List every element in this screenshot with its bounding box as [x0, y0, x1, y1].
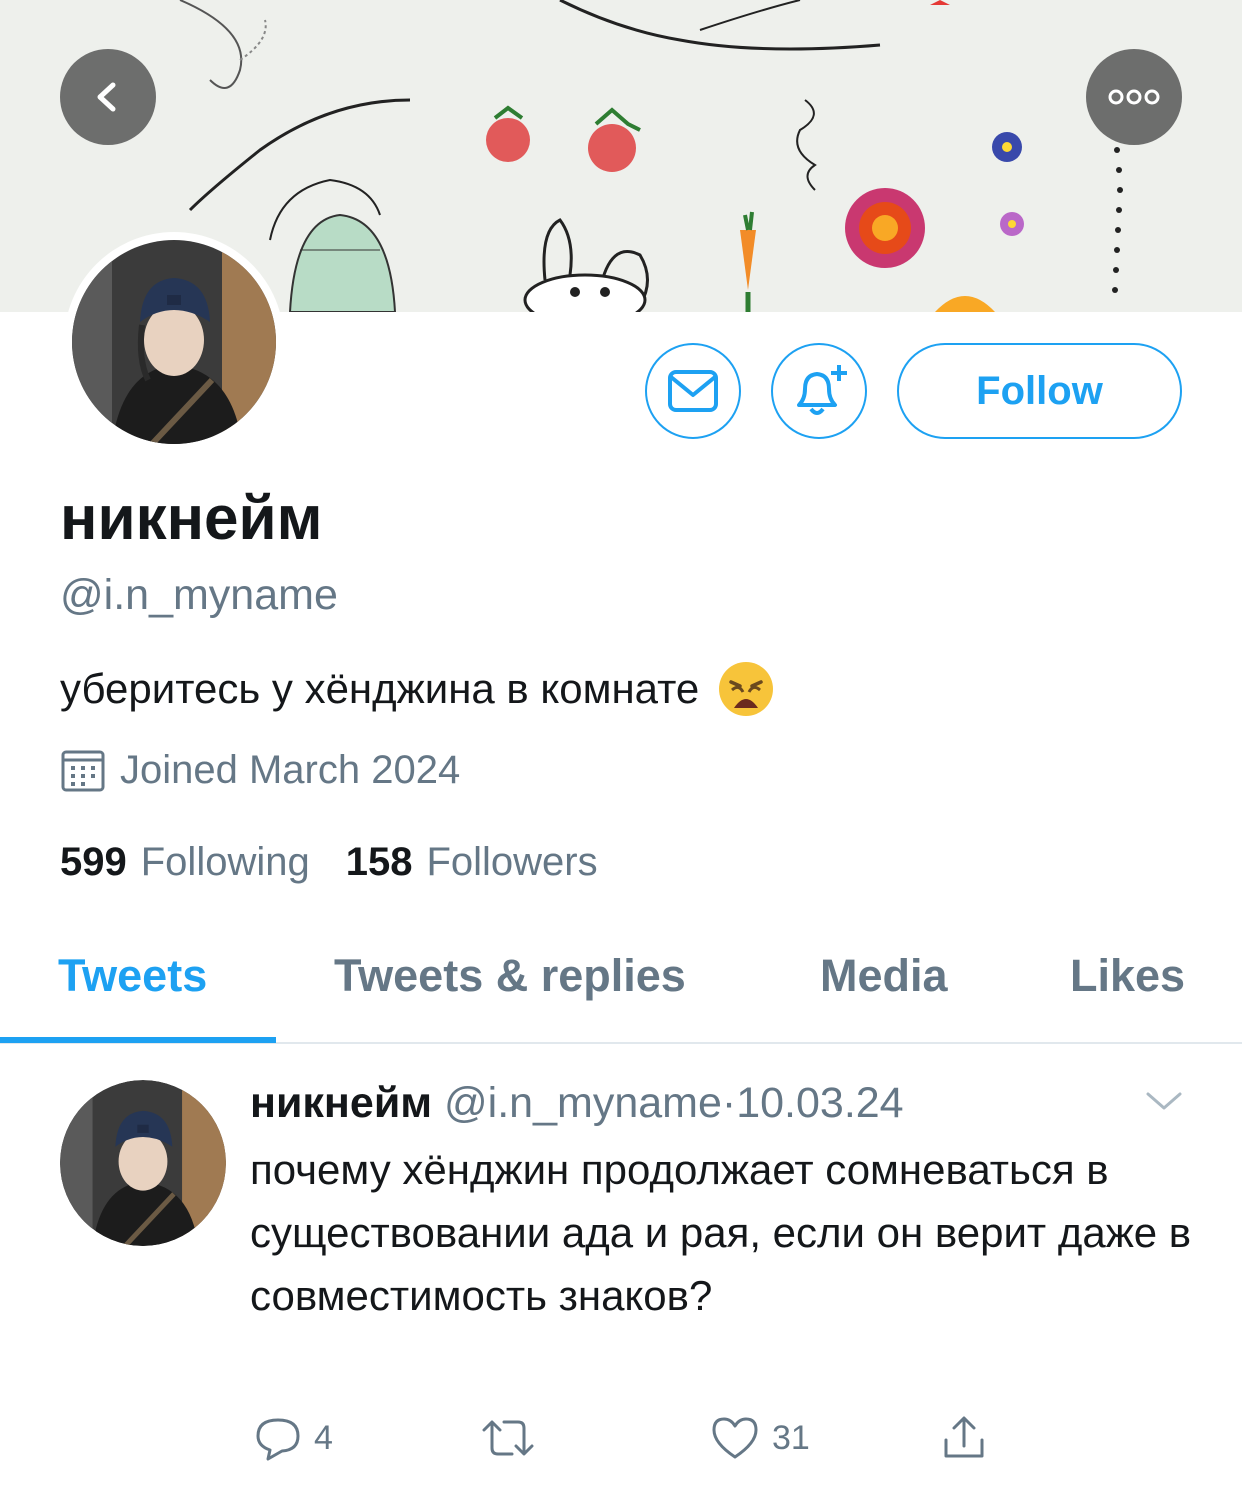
profile-avatar[interactable] [64, 232, 284, 452]
tab-tweets[interactable]: Tweets [58, 948, 207, 1004]
tweet-header: никнейм @i.n_myname·10.03.24 [250, 1076, 904, 1130]
followers-stat[interactable]: 158 Followers [346, 836, 598, 888]
retweet-button[interactable] [480, 1410, 548, 1466]
profile-bio: уберитесь у хёнджина в комнате [60, 660, 775, 718]
weary-face-emoji [719, 662, 774, 716]
share-icon [944, 1416, 984, 1458]
reply-button[interactable]: 4 [254, 1410, 333, 1466]
like-button[interactable]: 31 [710, 1410, 810, 1466]
tweet-avatar-image [60, 1080, 226, 1246]
tweet-text: почему хёнджин продолжает сомневаться в … [250, 1146, 1192, 1319]
bell-plus-icon [797, 365, 847, 415]
tab-likes[interactable]: Likes [1070, 948, 1185, 1004]
display-name: никнейм [60, 484, 323, 553]
tweet-separator: · [721, 1079, 737, 1127]
chevron-down-icon[interactable] [1142, 1086, 1186, 1116]
avatar-image [72, 240, 276, 444]
profile-stats: 599 Following 158 Followers [60, 836, 634, 888]
like-icon [712, 1417, 758, 1459]
message-button[interactable] [645, 343, 741, 439]
tab-media[interactable]: Media [820, 948, 948, 1004]
following-count: 599 [60, 840, 127, 884]
more-icon [1108, 89, 1160, 105]
calendar-icon [61, 750, 105, 792]
joined-date: Joined March 2024 [60, 744, 460, 796]
reply-count: 4 [314, 1418, 333, 1457]
bio-text: уберитесь у хёнджина в комнате [60, 665, 700, 712]
tab-tweets-replies[interactable]: Tweets & replies [334, 948, 686, 1004]
following-stat[interactable]: 599 Following [60, 836, 310, 888]
back-arrow-icon [97, 82, 116, 112]
tweet-avatar[interactable] [60, 1080, 226, 1246]
retweet-icon [482, 1420, 534, 1456]
reply-icon [256, 1418, 300, 1461]
followers-count: 158 [345, 840, 413, 884]
tweet-author-handle[interactable]: @i.n_myname [444, 1079, 722, 1127]
more-options-button[interactable] [1086, 49, 1182, 145]
follow-button[interactable]: Follow [897, 343, 1182, 439]
share-button[interactable] [940, 1410, 1000, 1466]
mail-icon [668, 370, 718, 412]
tweet-date[interactable]: 10.03.24 [736, 1079, 903, 1127]
back-button[interactable] [60, 49, 156, 145]
notifications-button[interactable] [771, 343, 867, 439]
active-tab-indicator [0, 1037, 276, 1043]
profile-handle: @i.n_myname [60, 571, 338, 619]
joined-text: Joined March 2024 [120, 747, 461, 792]
profile-tabs: Tweets Tweets & replies Media Likes [0, 930, 1242, 1044]
like-count: 31 [772, 1418, 810, 1457]
tweet-author-name[interactable]: никнейм [250, 1079, 432, 1127]
following-label: Following [140, 840, 310, 884]
followers-label: Followers [426, 840, 598, 884]
